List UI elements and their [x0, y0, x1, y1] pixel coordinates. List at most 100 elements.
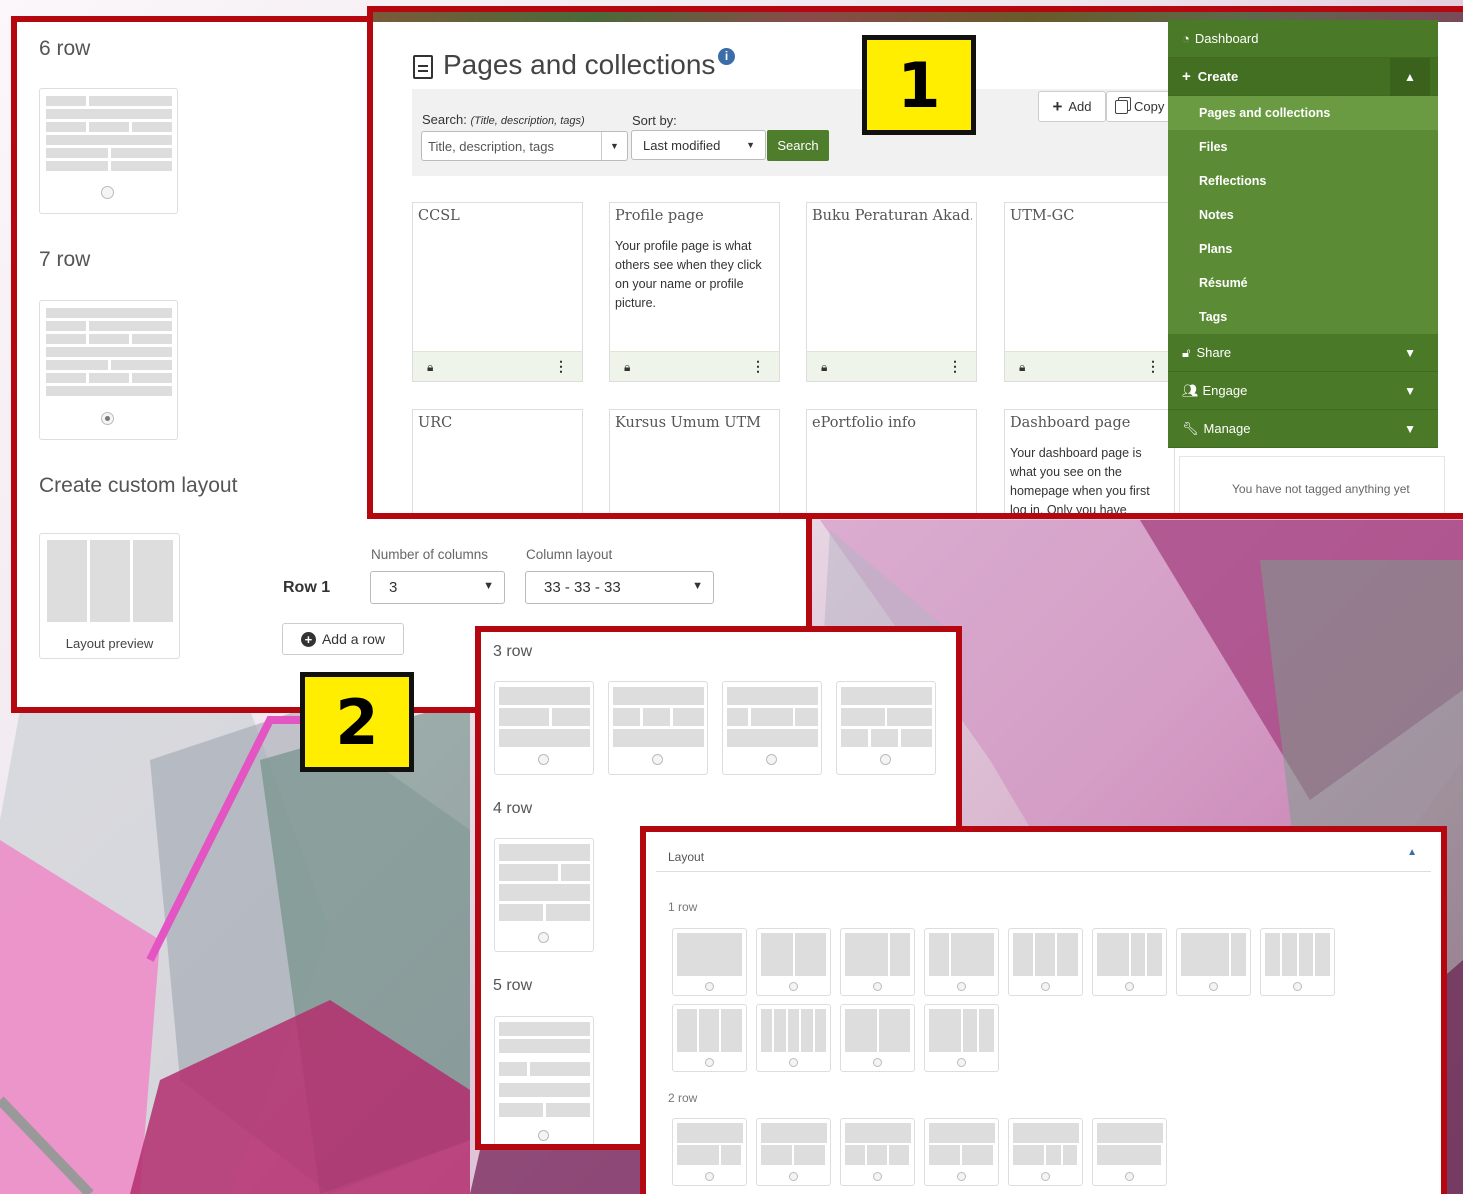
search-input[interactable]: Title, description, tags ▼	[421, 131, 628, 161]
page-card[interactable]: Profile page Your profile page is what ot…	[609, 202, 780, 382]
radio-layout-option[interactable]	[789, 1058, 798, 1067]
nav-manage[interactable]: 🔧︎ Manage ▼	[1168, 410, 1438, 448]
layout-option[interactable]	[924, 1118, 999, 1186]
page-card[interactable]: Kursus Umum UTM	[609, 409, 780, 513]
layout-option[interactable]	[1008, 928, 1083, 996]
add-row-button[interactable]: + Add a row	[282, 623, 404, 655]
radio-4row[interactable]	[538, 932, 549, 943]
radio-layout-option[interactable]	[1293, 982, 1302, 991]
page-card[interactable]: URC	[412, 409, 583, 513]
radio-7row-selected[interactable]	[101, 412, 114, 425]
page-card-title[interactable]: Kursus Umum UTM	[615, 415, 775, 431]
page-card-title[interactable]: Dashboard page	[1010, 415, 1170, 431]
radio-layout-option[interactable]	[957, 982, 966, 991]
page-card-title[interactable]: ePortfolio info	[812, 415, 972, 431]
chevron-up-icon[interactable]: ▲	[1390, 58, 1430, 96]
radio-layout-option[interactable]	[705, 1172, 714, 1181]
radio-layout-option[interactable]	[705, 1058, 714, 1067]
layout-option-3row[interactable]	[494, 681, 594, 775]
layout-option-5row[interactable]	[494, 1016, 594, 1144]
radio-3row[interactable]	[538, 754, 549, 765]
layout-option-3row[interactable]	[722, 681, 822, 775]
radio-layout-option[interactable]	[705, 982, 714, 991]
nav-create-item[interactable]: Résumé	[1168, 266, 1438, 300]
radio-3row[interactable]	[766, 754, 777, 765]
layout-option[interactable]	[924, 928, 999, 996]
layout-option[interactable]	[1260, 928, 1335, 996]
page-card-title[interactable]: CCSL	[418, 208, 578, 224]
layout-option[interactable]	[672, 928, 747, 996]
nav-create-item[interactable]: Tags	[1168, 300, 1438, 334]
add-button[interactable]: + Add	[1038, 91, 1106, 122]
nav-create-item[interactable]: Reflections	[1168, 164, 1438, 198]
layout-option[interactable]	[1008, 1118, 1083, 1186]
info-icon[interactable]: i	[718, 48, 735, 65]
layout-option[interactable]	[840, 1118, 915, 1186]
radio-layout-option[interactable]	[1125, 982, 1134, 991]
radio-5row[interactable]	[538, 1130, 549, 1141]
layout-option-7row[interactable]	[39, 300, 178, 440]
more-options-icon[interactable]: ⋮	[948, 358, 962, 375]
radio-layout-option[interactable]	[1041, 982, 1050, 991]
radio-3row[interactable]	[652, 754, 663, 765]
column-layout-select[interactable]: 33 - 33 - 33 ▼	[525, 571, 714, 604]
page-card[interactable]: Buku Peraturan Akad... 🔒︎ ⋮	[806, 202, 977, 382]
layout-option[interactable]	[840, 928, 915, 996]
num-columns-select[interactable]: 3 ▼	[370, 571, 505, 604]
radio-3row[interactable]	[880, 754, 891, 765]
radio-layout-option[interactable]	[1041, 1172, 1050, 1181]
page-card-title[interactable]: Buku Peraturan Akad...	[812, 208, 972, 224]
search-button[interactable]: Search	[767, 130, 829, 161]
nav-create-item[interactable]: Files	[1168, 130, 1438, 164]
radio-6row[interactable]	[101, 186, 114, 199]
layout-option-6row[interactable]	[39, 88, 178, 214]
radio-layout-option[interactable]	[957, 1172, 966, 1181]
nav-dashboard[interactable]: ◔ Dashboard	[1168, 20, 1438, 58]
layout-option-3row[interactable]	[836, 681, 936, 775]
search-scope-dropdown-icon[interactable]: ▼	[601, 132, 627, 160]
radio-layout-option[interactable]	[873, 1058, 882, 1067]
layout-option-4row[interactable]	[494, 838, 594, 952]
page-title: Pages and collections	[443, 49, 716, 80]
page-card-title[interactable]: URC	[418, 415, 578, 431]
layout-option[interactable]	[756, 1004, 831, 1072]
layout-option[interactable]	[1092, 928, 1167, 996]
callout-badge-1: 1	[862, 35, 976, 135]
layout-option[interactable]	[840, 1004, 915, 1072]
page-card[interactable]: CCSL 🔒︎ ⋮	[412, 202, 583, 382]
copy-button[interactable]: Copy	[1106, 91, 1174, 122]
more-options-icon[interactable]: ⋮	[751, 358, 765, 375]
page-card-title[interactable]: UTM-GC	[1010, 208, 1170, 224]
nav-create[interactable]: + Create ▲	[1168, 58, 1438, 96]
more-options-icon[interactable]: ⋮	[1146, 358, 1160, 375]
page-card[interactable]: UTM-GC 🔒︎ ⋮	[1004, 202, 1175, 382]
radio-layout-option[interactable]	[873, 982, 882, 991]
nav-create-item[interactable]: Pages and collections	[1168, 96, 1438, 130]
page-card-footer: 🔒︎ ⋮	[610, 351, 779, 381]
nav-engage[interactable]: 👥︎ Engage ▼	[1168, 372, 1438, 410]
layout-option[interactable]	[672, 1004, 747, 1072]
page-card-title[interactable]: Profile page	[615, 208, 775, 224]
radio-layout-option[interactable]	[1125, 1172, 1134, 1181]
layout-option[interactable]	[1092, 1118, 1167, 1186]
page-card[interactable]: Dashboard page Your dashboard page is wha…	[1004, 409, 1175, 513]
layout-option[interactable]	[672, 1118, 747, 1186]
radio-layout-option[interactable]	[873, 1172, 882, 1181]
more-options-icon[interactable]: ⋮	[554, 358, 568, 375]
radio-layout-option[interactable]	[789, 1172, 798, 1181]
sort-select[interactable]: Last modified ▼	[631, 130, 766, 160]
layout-header[interactable]: Layout ▲	[656, 839, 1431, 872]
layout-option[interactable]	[1176, 928, 1251, 996]
layout-option[interactable]	[756, 1118, 831, 1186]
layout-option-3row[interactable]	[608, 681, 708, 775]
radio-layout-option[interactable]	[957, 1058, 966, 1067]
nav-share[interactable]: 🔓︎ Share ▼	[1168, 334, 1438, 372]
layout-option[interactable]	[924, 1004, 999, 1072]
chevron-up-icon[interactable]: ▲	[1407, 847, 1417, 858]
radio-layout-option[interactable]	[1209, 982, 1218, 991]
radio-layout-option[interactable]	[789, 982, 798, 991]
nav-create-item[interactable]: Notes	[1168, 198, 1438, 232]
layout-option[interactable]	[756, 928, 831, 996]
page-card[interactable]: ePortfolio info	[806, 409, 977, 513]
nav-create-item[interactable]: Plans	[1168, 232, 1438, 266]
